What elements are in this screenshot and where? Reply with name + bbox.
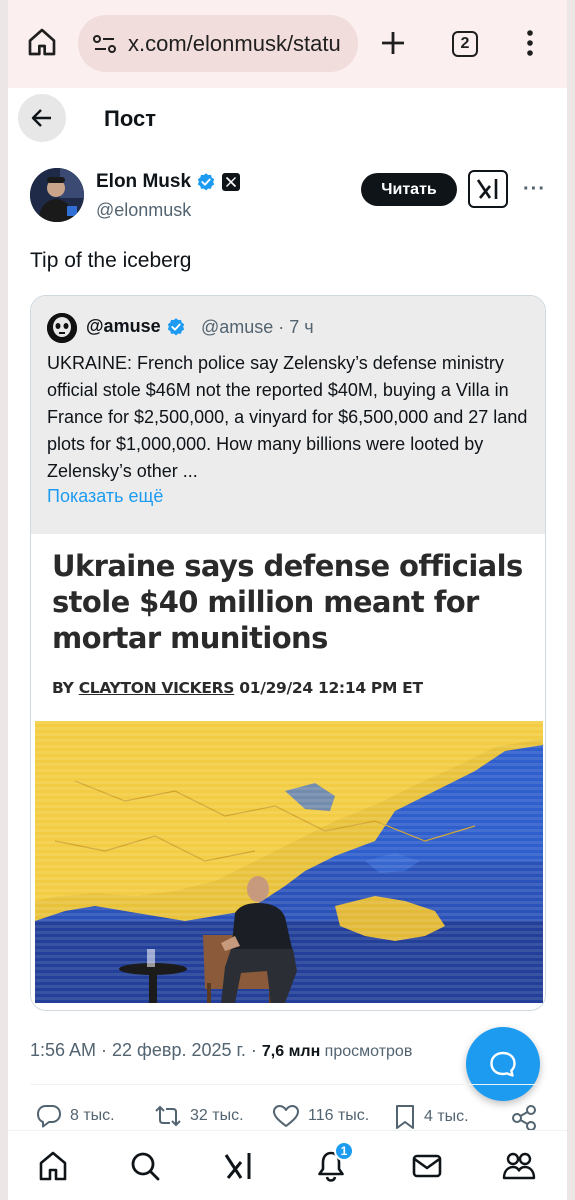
repost-action[interactable]: 32 тыс.	[154, 1104, 244, 1128]
envelope-icon	[412, 1154, 442, 1178]
url-text: x.com/elonmusk/statu	[128, 30, 341, 56]
screen-frame-right	[567, 0, 575, 1200]
back-button[interactable]	[18, 94, 66, 142]
nav-grok[interactable]	[222, 1149, 256, 1183]
quoted-handle-time: @amuse · 7 ч	[201, 317, 314, 337]
bottom-navigation: 1	[8, 1130, 567, 1200]
grok-icon[interactable]	[468, 170, 508, 208]
grok-icon	[224, 1153, 251, 1179]
byline-prefix: BY	[52, 679, 79, 697]
author-name[interactable]: Elon Musk	[96, 171, 191, 193]
tweet-timestamp[interactable]: 1:56 AM · 22 февр. 2025 г. ·	[30, 1040, 262, 1060]
article-byline: BY CLAYTON VICKERS 01/29/24 12:14 PM ET	[52, 679, 423, 697]
article-screenshot: Ukraine says defense officials stole $40…	[31, 534, 545, 1010]
share-action[interactable]	[510, 1104, 546, 1132]
avatar[interactable]	[30, 168, 84, 222]
browser-toolbar: x.com/elonmusk/statu 2	[8, 0, 567, 88]
reply-action[interactable]: 8 тыс.	[36, 1104, 115, 1128]
home-icon[interactable]	[26, 26, 58, 58]
nav-home[interactable]	[36, 1149, 70, 1183]
subscribe-button[interactable]: Читать	[361, 173, 457, 206]
arrow-left-icon	[31, 109, 51, 127]
communities-icon	[502, 1152, 536, 1180]
article-photo	[35, 721, 543, 1003]
bookmark-count: 4 тыс.	[424, 1108, 469, 1125]
byline-author: CLAYTON VICKERS	[78, 679, 235, 697]
compose-button[interactable]	[466, 1027, 540, 1101]
address-bar[interactable]: x.com/elonmusk/statu	[78, 15, 358, 72]
quoted-tweet-text: UKRAINE: French police say Zelensky’s de…	[47, 353, 528, 481]
bookmark-action[interactable]: 4 тыс.	[394, 1104, 469, 1130]
nav-messages[interactable]	[410, 1149, 444, 1183]
show-more-link[interactable]: Показать ещё	[47, 486, 163, 507]
share-icon	[512, 1105, 536, 1131]
repost-count: 32 тыс.	[190, 1107, 244, 1124]
views-count: 7,6 млн	[261, 1043, 321, 1060]
nav-search[interactable]	[128, 1149, 162, 1183]
more-options-icon[interactable]: ···	[523, 178, 546, 201]
nav-communities[interactable]	[502, 1149, 536, 1183]
bookmark-icon	[396, 1105, 414, 1129]
page-title: Пост	[104, 106, 156, 131]
x-affiliate-icon	[222, 173, 241, 191]
repost-icon	[155, 1105, 181, 1127]
byline-date: 01/29/24 12:14 PM ET	[234, 679, 423, 697]
nav-notifications[interactable]: 1	[314, 1141, 354, 1183]
search-icon	[131, 1152, 160, 1181]
notification-badge: 1	[334, 1141, 354, 1161]
verified-badge-icon	[197, 173, 215, 191]
screen-frame-left	[0, 0, 8, 1200]
verified-badge-icon	[167, 317, 184, 335]
like-action[interactable]: 116 тыс.	[272, 1104, 369, 1128]
new-tab-icon[interactable]	[378, 28, 408, 58]
author-name-row[interactable]: Elon Musk	[96, 171, 241, 193]
tab-switcher-button[interactable]: 2	[452, 31, 478, 57]
like-count: 116 тыс.	[308, 1107, 370, 1124]
quoted-author-name[interactable]: @amuse	[86, 316, 161, 337]
site-settings-icon[interactable]	[92, 33, 118, 55]
quoted-name-row[interactable]: @amuse	[86, 316, 186, 337]
author-handle[interactable]: @elonmusk	[96, 200, 191, 221]
views-label: просмотров	[320, 1043, 413, 1060]
quoted-avatar[interactable]	[47, 313, 77, 343]
reply-icon	[37, 1105, 61, 1128]
heart-icon	[273, 1105, 299, 1127]
chat-bubble-icon	[490, 1051, 516, 1077]
quoted-tweet-card[interactable]: @amuse @amuse · 7 ч UKRAINE: French poli…	[30, 295, 546, 1011]
browser-menu-icon[interactable]	[526, 28, 534, 58]
tweet-text: Tip of the iceberg	[30, 249, 192, 272]
article-headline: Ukraine says defense officials stole $40…	[52, 549, 523, 655]
home-icon	[39, 1151, 67, 1181]
divider	[30, 1084, 538, 1085]
quoted-tweet-header: @amuse @amuse · 7 ч UKRAINE: French poli…	[31, 296, 545, 534]
tweet-meta: 1:56 AM · 22 февр. 2025 г. · 7,6 млн про…	[30, 1040, 412, 1061]
reply-count: 8 тыс.	[70, 1107, 115, 1124]
